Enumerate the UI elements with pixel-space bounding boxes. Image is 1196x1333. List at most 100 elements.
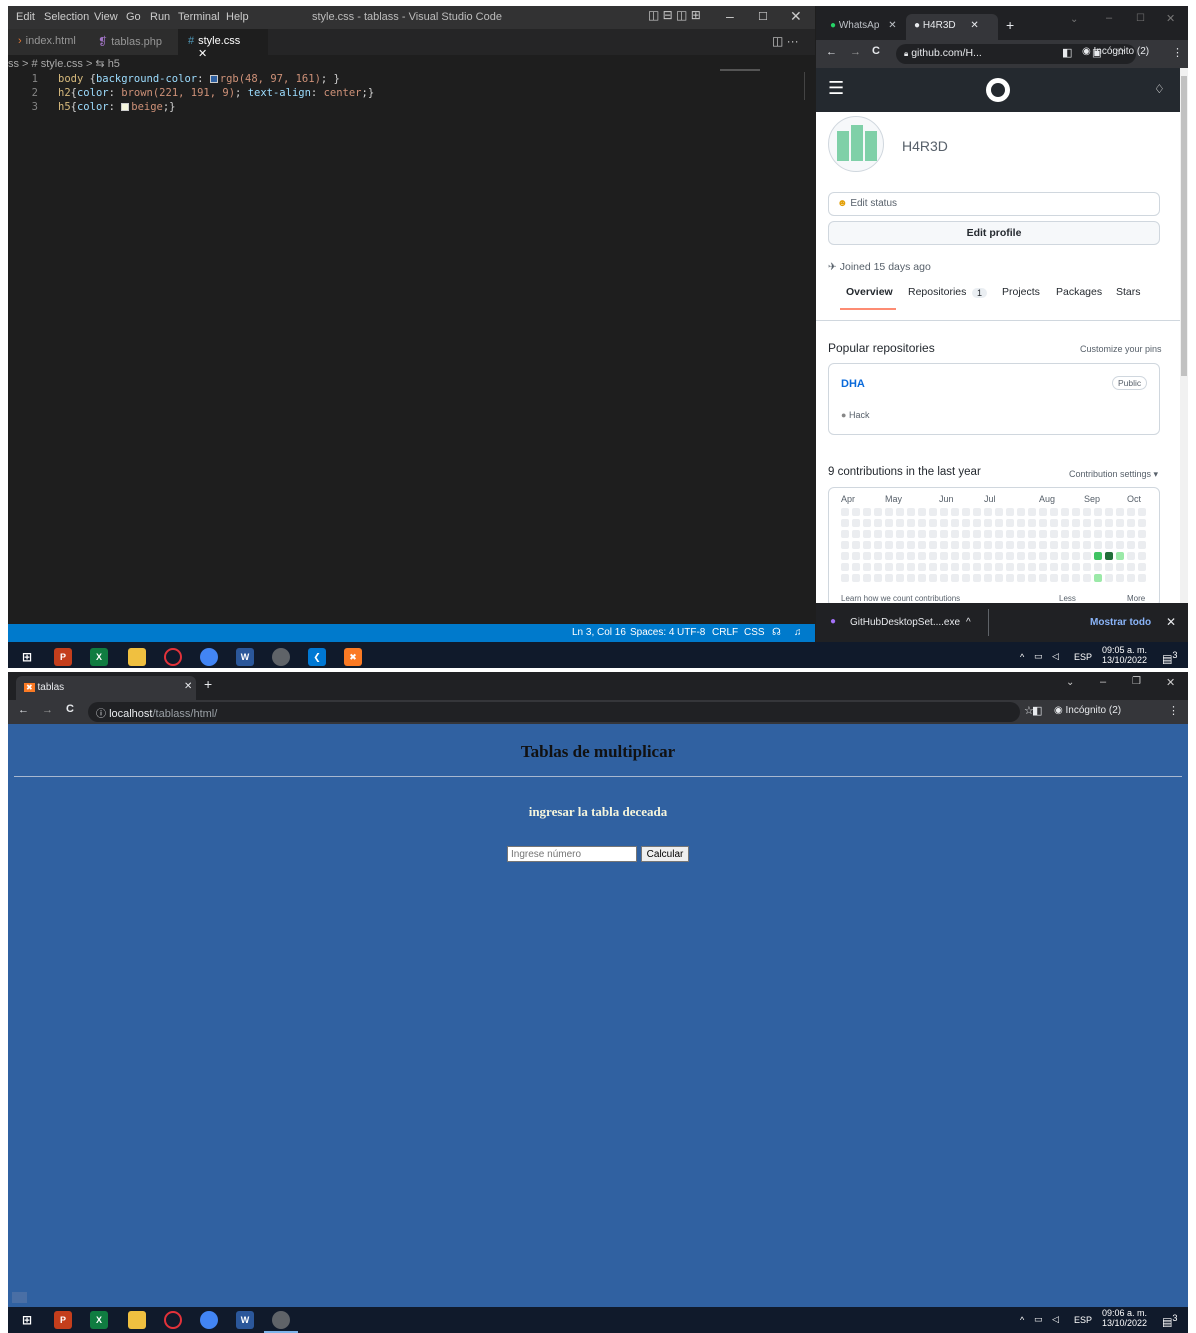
- contribution-day-cell[interactable]: [1116, 541, 1124, 549]
- status-cursor-position[interactable]: Ln 3, Col 16: [572, 627, 626, 638]
- status-language[interactable]: CSS: [744, 627, 765, 638]
- contribution-day-cell[interactable]: [874, 552, 882, 560]
- contribution-day-cell[interactable]: [1006, 519, 1014, 527]
- contribution-day-cell[interactable]: [962, 541, 970, 549]
- tab-packages[interactable]: Packages: [1056, 286, 1102, 298]
- contribution-day-cell[interactable]: [1083, 519, 1091, 527]
- contribution-day-cell[interactable]: [962, 552, 970, 560]
- contribution-day-cell[interactable]: [984, 519, 992, 527]
- contribution-day-cell[interactable]: [940, 574, 948, 582]
- editor-scrollbar[interactable]: [804, 72, 814, 100]
- contribution-day-cell[interactable]: [951, 552, 959, 560]
- contribution-day-cell[interactable]: [896, 563, 904, 571]
- contribution-day-cell[interactable]: [995, 574, 1003, 582]
- contribution-day-cell[interactable]: [1138, 530, 1146, 538]
- side-panel-icon[interactable]: ◧: [1062, 46, 1072, 59]
- contribution-day-cell[interactable]: [918, 530, 926, 538]
- contribution-day-cell[interactable]: [1105, 508, 1113, 516]
- contribution-day-cell[interactable]: [1072, 574, 1080, 582]
- contribution-day-cell[interactable]: [918, 541, 926, 549]
- contribution-day-cell[interactable]: [1017, 508, 1025, 516]
- back-icon[interactable]: ←: [826, 46, 837, 58]
- contribution-day-cell[interactable]: [896, 519, 904, 527]
- contribution-day-cell[interactable]: [874, 541, 882, 549]
- contribution-day-cell[interactable]: [973, 541, 981, 549]
- notification-icon[interactable]: ▤3: [1162, 650, 1178, 666]
- contribution-day-cell[interactable]: [940, 519, 948, 527]
- contribution-day-cell[interactable]: [1072, 530, 1080, 538]
- clock[interactable]: 09:06 a. m. 13/10/2022: [1102, 1308, 1147, 1328]
- notification-icon[interactable]: ▤3: [1162, 1313, 1178, 1329]
- contribution-day-cell[interactable]: [1039, 519, 1047, 527]
- clock[interactable]: 09:05 a. m. 13/10/2022: [1102, 645, 1147, 665]
- contribution-day-cell[interactable]: [1061, 563, 1069, 571]
- contribution-day-cell[interactable]: [962, 530, 970, 538]
- minimize-icon[interactable]: –: [1100, 676, 1106, 688]
- contribution-day-cell[interactable]: [907, 519, 915, 527]
- contribution-day-cell[interactable]: [995, 552, 1003, 560]
- contribution-day-cell[interactable]: [885, 530, 893, 538]
- contribution-day-cell[interactable]: [1006, 552, 1014, 560]
- contribution-day-cell[interactable]: [885, 563, 893, 571]
- contribution-day-cell[interactable]: [885, 519, 893, 527]
- contribution-day-cell[interactable]: [1083, 530, 1091, 538]
- contribution-day-cell[interactable]: [984, 552, 992, 560]
- contribution-day-cell[interactable]: [1050, 530, 1058, 538]
- contribution-day-cell[interactable]: [852, 574, 860, 582]
- contribution-day-cell[interactable]: [940, 552, 948, 560]
- contribution-day-cell[interactable]: [841, 530, 849, 538]
- excel-icon[interactable]: X: [90, 1311, 108, 1329]
- contribution-settings-dropdown[interactable]: Contribution settings ▾: [1069, 469, 1158, 480]
- scrollbar-thumb[interactable]: [1181, 76, 1187, 376]
- contribution-day-cell[interactable]: [940, 508, 948, 516]
- contribution-day-cell[interactable]: [918, 508, 926, 516]
- contribution-day-cell[interactable]: [907, 574, 915, 582]
- contribution-day-cell[interactable]: [1105, 519, 1113, 527]
- tab-close-icon[interactable]: ✕: [970, 20, 978, 31]
- contribution-day-cell[interactable]: [1116, 552, 1124, 560]
- contribution-day-cell[interactable]: [841, 552, 849, 560]
- contribution-day-cell[interactable]: [1061, 519, 1069, 527]
- contribution-day-cell[interactable]: [1083, 541, 1091, 549]
- contribution-day-cell[interactable]: [1105, 541, 1113, 549]
- contribution-day-cell[interactable]: [984, 574, 992, 582]
- contribution-day-cell[interactable]: [1028, 574, 1036, 582]
- contribution-day-cell[interactable]: [1028, 530, 1036, 538]
- contribution-day-cell[interactable]: [863, 519, 871, 527]
- contribution-day-cell[interactable]: [1050, 508, 1058, 516]
- contribution-day-cell[interactable]: [1072, 508, 1080, 516]
- chrome-menu-icon[interactable]: ⋮: [1172, 46, 1183, 59]
- contribution-day-cell[interactable]: [907, 530, 915, 538]
- contribution-day-cell[interactable]: [1105, 530, 1113, 538]
- status-encoding[interactable]: UTF-8: [677, 627, 705, 638]
- download-options-icon[interactable]: ^: [966, 617, 971, 628]
- network-icon[interactable]: ▭: [1034, 1314, 1043, 1325]
- contribution-day-cell[interactable]: [1039, 541, 1047, 549]
- tab-tablas-php[interactable]: ❡ tablas.php: [88, 29, 178, 55]
- contribution-day-cell[interactable]: [1017, 541, 1025, 549]
- contribution-day-cell[interactable]: [1050, 552, 1058, 560]
- contribution-day-cell[interactable]: [940, 530, 948, 538]
- contribution-day-cell[interactable]: [1072, 552, 1080, 560]
- show-all-button[interactable]: Mostrar todo: [1090, 617, 1151, 628]
- tab-whatsapp[interactable]: ● WhatsAp ✕: [822, 14, 906, 40]
- contribution-day-cell[interactable]: [929, 541, 937, 549]
- contribution-day-cell[interactable]: [929, 530, 937, 538]
- contribution-day-cell[interactable]: [1061, 574, 1069, 582]
- menu-terminal[interactable]: Terminal: [178, 11, 220, 23]
- contribution-day-cell[interactable]: [1083, 563, 1091, 571]
- contribution-day-cell[interactable]: [1017, 574, 1025, 582]
- tab-style-css[interactable]: # style.css ✕: [178, 29, 268, 60]
- contribution-day-cell[interactable]: [1050, 574, 1058, 582]
- contribution-day-cell[interactable]: [1050, 541, 1058, 549]
- contribution-day-cell[interactable]: [885, 541, 893, 549]
- contribution-day-cell[interactable]: [1061, 530, 1069, 538]
- back-icon[interactable]: ←: [18, 704, 29, 716]
- contribution-day-cell[interactable]: [1017, 552, 1025, 560]
- contribution-day-cell[interactable]: [1127, 508, 1135, 516]
- new-tab-icon[interactable]: +: [204, 676, 212, 692]
- contribution-day-cell[interactable]: [1094, 563, 1102, 571]
- contribution-day-cell[interactable]: [907, 541, 915, 549]
- contribution-day-cell[interactable]: [841, 508, 849, 516]
- contribution-day-cell[interactable]: [973, 530, 981, 538]
